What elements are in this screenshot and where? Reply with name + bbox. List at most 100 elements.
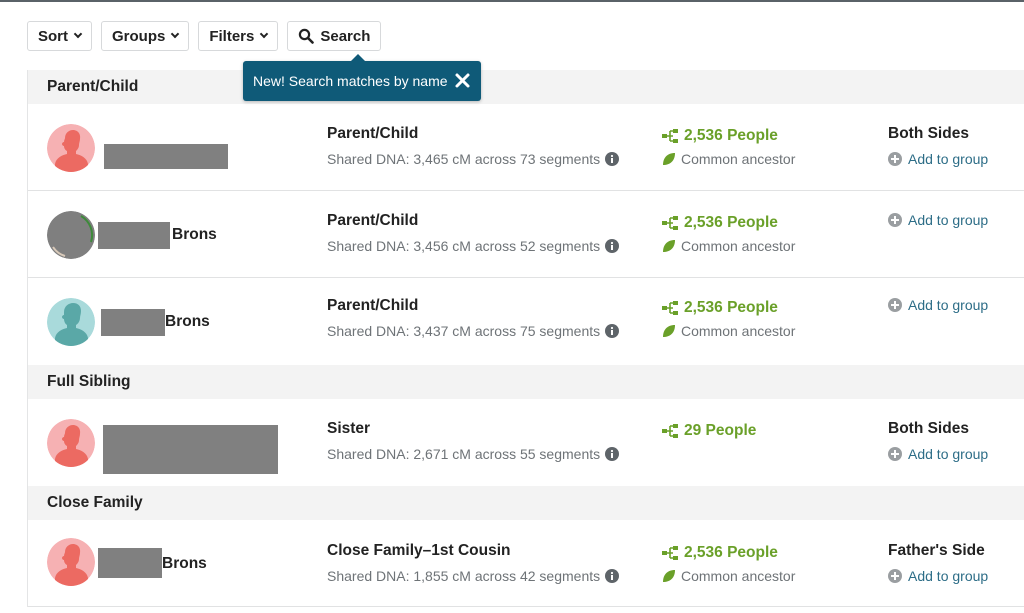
add-to-group-link[interactable]: Add to group: [888, 297, 988, 313]
side-label: Father's Side: [888, 542, 985, 559]
female-silhouette-icon: [47, 124, 95, 172]
add-to-group-text: Add to group: [908, 568, 989, 584]
side-column: Both Sides Add to group: [888, 420, 988, 462]
people-link[interactable]: 2,536 People: [662, 125, 795, 147]
common-ancestor[interactable]: Common ancestor: [662, 323, 795, 339]
people-link[interactable]: 2,536 People: [662, 212, 795, 234]
tree-icon: [662, 301, 678, 315]
shared-dna-text: Shared DNA: 3,437 cM across 75 segments: [327, 323, 601, 339]
add-to-group-link[interactable]: Add to group: [888, 212, 988, 228]
relationship: Sister Shared DNA: 2,671 cM across 55 se…: [327, 420, 620, 462]
close-icon[interactable]: [454, 72, 471, 89]
redacted-name: [103, 425, 278, 474]
avatar[interactable]: [47, 419, 95, 467]
groups-button[interactable]: Groups: [101, 21, 190, 51]
add-to-group-text: Add to group: [908, 212, 989, 228]
female-silhouette-icon: [47, 538, 95, 586]
common-ancestor[interactable]: Common ancestor: [662, 238, 795, 254]
redacted-name: [101, 309, 165, 336]
profile-photo-icon: [47, 211, 95, 259]
relationship-title: Parent/Child: [327, 297, 419, 314]
tree-icon: [662, 424, 678, 438]
people-count: 2,536 People: [684, 299, 778, 316]
info-icon[interactable]: [605, 324, 620, 338]
plus-circle-icon: [888, 213, 902, 227]
plus-circle-icon: [888, 447, 902, 461]
shared-dna-text: Shared DNA: 3,465 cM across 73 segments: [327, 151, 601, 167]
leaf-icon: [663, 153, 675, 165]
filters-button[interactable]: Filters: [198, 21, 279, 51]
people-link[interactable]: 2,536 People: [662, 542, 795, 564]
match-row[interactable]: Parent/Child Shared DNA: 3,465 cM across…: [28, 104, 1024, 191]
tooltip-text: New! Search matches by name: [253, 73, 448, 89]
people-count: 2,536 People: [684, 544, 778, 561]
redacted-name: [98, 548, 162, 578]
shared-dna: Shared DNA: 3,465 cM across 73 segments: [327, 151, 620, 167]
search-icon: [299, 28, 315, 44]
add-to-group-link[interactable]: Add to group: [888, 151, 988, 167]
side-column: Father's Side Add to group: [888, 542, 988, 584]
match-row[interactable]: Brons Parent/Child Shared DNA: 3,437 cM …: [28, 278, 1024, 365]
info-icon[interactable]: [605, 239, 620, 253]
plus-circle-icon: [888, 569, 902, 583]
search-button[interactable]: Search: [287, 21, 382, 51]
group-header: Parent/Child: [28, 70, 1024, 104]
sort-button[interactable]: Sort: [27, 21, 92, 51]
info-icon[interactable]: [605, 152, 620, 166]
avatar[interactable]: [47, 298, 95, 346]
shared-dna-text: Shared DNA: 3,456 cM across 52 segments: [327, 238, 601, 254]
chevron-down-icon: [73, 29, 83, 39]
relationship-title: Parent/Child: [327, 125, 419, 142]
shared-dna-text: Shared DNA: 1,855 cM across 42 segments: [327, 568, 601, 584]
add-to-group-link[interactable]: Add to group: [888, 446, 988, 462]
group-title: Full Sibling: [47, 373, 131, 390]
plus-circle-icon: [888, 298, 902, 312]
match-name-suffix[interactable]: Brons: [172, 226, 217, 244]
common-ancestor[interactable]: Common ancestor: [662, 151, 795, 167]
avatar[interactable]: [47, 538, 95, 586]
groups-label: Groups: [112, 27, 166, 45]
relationship: Parent/Child Shared DNA: 3,437 cM across…: [327, 297, 620, 339]
match-row[interactable]: Sister Shared DNA: 2,671 cM across 55 se…: [28, 399, 1024, 486]
avatar[interactable]: [47, 211, 95, 259]
people-link[interactable]: 29 People: [662, 420, 756, 442]
info-icon[interactable]: [605, 447, 620, 461]
shared-dna: Shared DNA: 1,855 cM across 42 segments: [327, 568, 620, 584]
common-ancestor-text: Common ancestor: [681, 568, 796, 584]
tree-icon: [662, 216, 678, 230]
relationship: Close Family–1st Cousin Shared DNA: 1,85…: [327, 542, 620, 584]
tree-icon: [662, 129, 678, 143]
avatar[interactable]: [47, 124, 95, 172]
relationship-title: Sister: [327, 420, 371, 437]
side-label: Both Sides: [888, 420, 969, 437]
add-to-group-link[interactable]: Add to group: [888, 568, 988, 584]
people-link[interactable]: 2,536 People: [662, 297, 795, 319]
match-name-suffix[interactable]: Brons: [165, 313, 210, 331]
match-name-suffix[interactable]: Brons: [162, 555, 207, 573]
add-to-group-text: Add to group: [908, 297, 989, 313]
common-ancestor-text: Common ancestor: [681, 323, 796, 339]
shared-matches: 2,536 People Common ancestor: [662, 125, 795, 167]
people-count: 29 People: [684, 422, 757, 439]
leaf-icon: [663, 240, 675, 252]
match-row[interactable]: Brons Parent/Child Shared DNA: 3,456 cM …: [28, 191, 1024, 278]
common-ancestor[interactable]: Common ancestor: [662, 568, 795, 584]
chevron-down-icon: [260, 29, 269, 39]
side-column: Add to group: [888, 212, 988, 228]
common-ancestor-text: Common ancestor: [681, 151, 796, 167]
add-to-group-text: Add to group: [908, 446, 989, 462]
shared-matches: 2,536 People Common ancestor: [662, 212, 795, 254]
relationship-title: Close Family–1st Cousin: [327, 542, 511, 559]
toolbar: Sort Groups Filters Search: [27, 21, 382, 51]
match-row[interactable]: Brons Close Family–1st Cousin Shared DNA…: [28, 520, 1024, 607]
info-icon[interactable]: [605, 569, 620, 583]
chevron-down-icon: [171, 29, 180, 39]
side-column: Both Sides Add to group: [888, 125, 988, 167]
people-count: 2,536 People: [684, 127, 778, 144]
shared-dna: Shared DNA: 3,437 cM across 75 segments: [327, 323, 620, 339]
shared-dna: Shared DNA: 3,456 cM across 52 segments: [327, 238, 620, 254]
female-silhouette-icon: [47, 419, 95, 467]
common-ancestor-text: Common ancestor: [681, 238, 796, 254]
filters-label: Filters: [209, 27, 255, 45]
leaf-icon: [663, 570, 675, 582]
